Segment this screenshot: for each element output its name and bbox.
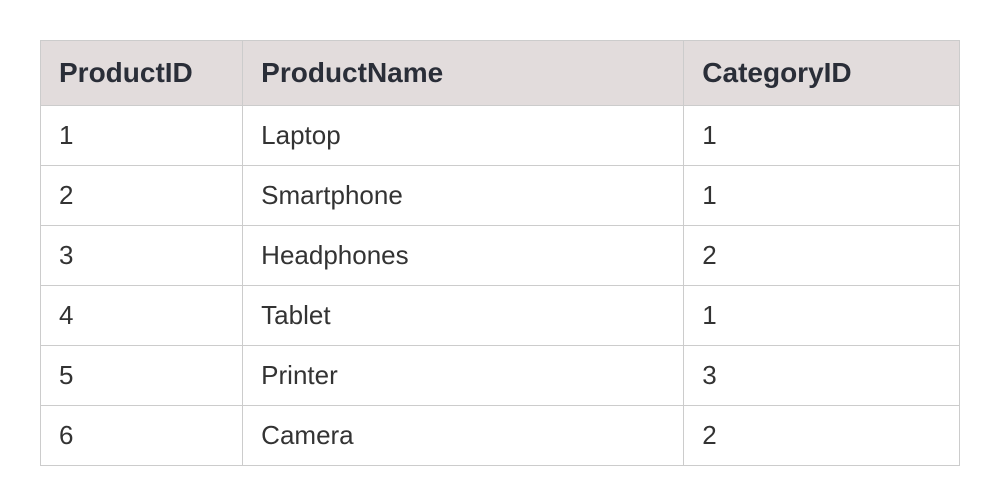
table-row: 5 Printer 3 xyxy=(41,346,960,406)
cell-categoryid: 3 xyxy=(684,346,960,406)
column-header-productid: ProductID xyxy=(41,41,243,106)
cell-productname: Smartphone xyxy=(243,166,684,226)
table-row: 4 Tablet 1 xyxy=(41,286,960,346)
table-row: 3 Headphones 2 xyxy=(41,226,960,286)
cell-productname: Printer xyxy=(243,346,684,406)
table-row: 1 Laptop 1 xyxy=(41,106,960,166)
table-header-row: ProductID ProductName CategoryID xyxy=(41,41,960,106)
cell-productid: 1 xyxy=(41,106,243,166)
column-header-categoryid: CategoryID xyxy=(684,41,960,106)
table-row: 6 Camera 2 xyxy=(41,406,960,466)
cell-productid: 4 xyxy=(41,286,243,346)
table-row: 2 Smartphone 1 xyxy=(41,166,960,226)
cell-productname: Laptop xyxy=(243,106,684,166)
cell-categoryid: 1 xyxy=(684,286,960,346)
column-header-productname: ProductName xyxy=(243,41,684,106)
cell-categoryid: 2 xyxy=(684,226,960,286)
cell-productid: 3 xyxy=(41,226,243,286)
cell-categoryid: 1 xyxy=(684,106,960,166)
cell-productid: 2 xyxy=(41,166,243,226)
cell-productname: Camera xyxy=(243,406,684,466)
cell-categoryid: 2 xyxy=(684,406,960,466)
products-table: ProductID ProductName CategoryID 1 Lapto… xyxy=(40,40,960,466)
cell-productname: Headphones xyxy=(243,226,684,286)
cell-categoryid: 1 xyxy=(684,166,960,226)
cell-productname: Tablet xyxy=(243,286,684,346)
cell-productid: 6 xyxy=(41,406,243,466)
cell-productid: 5 xyxy=(41,346,243,406)
